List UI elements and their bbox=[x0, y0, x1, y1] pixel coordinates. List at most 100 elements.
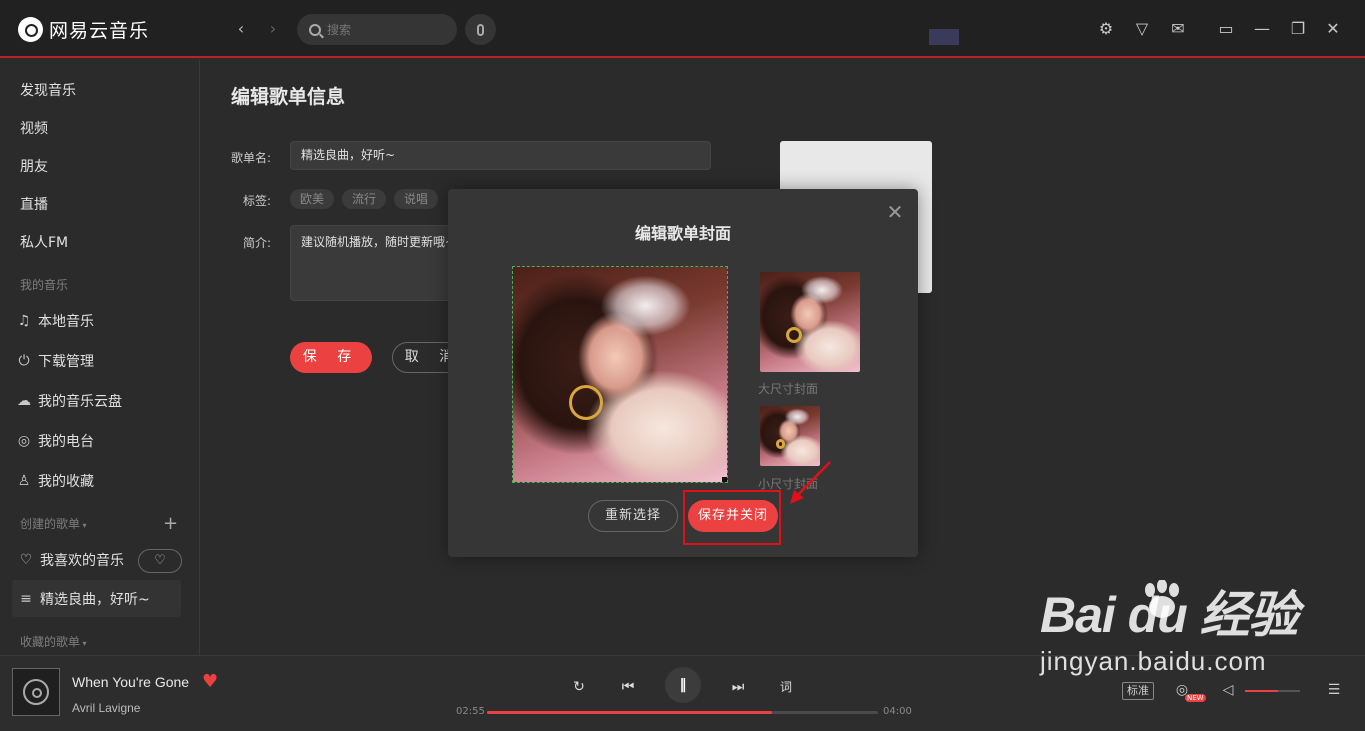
name-label: 歌单名: bbox=[231, 151, 272, 165]
search-box[interactable] bbox=[297, 14, 457, 45]
sidebar-item-liked-songs[interactable]: ♡ 我喜欢的音乐 bbox=[18, 550, 124, 570]
dialog-title: 编辑歌单封面 bbox=[634, 224, 731, 243]
sidebar-item-label: 直播 bbox=[20, 197, 48, 213]
maximize-icon[interactable]: ❐ bbox=[1287, 18, 1309, 40]
cover-photo bbox=[513, 267, 727, 482]
sound-quality-button[interactable]: 标准 bbox=[1122, 682, 1154, 700]
sidebar-item-label: 本地音乐 bbox=[38, 314, 94, 330]
forward-icon[interactable]: › bbox=[263, 19, 283, 39]
next-track-icon[interactable]: ⏭ bbox=[727, 676, 749, 698]
search-icon bbox=[309, 23, 321, 36]
current-time: 02:55 bbox=[456, 706, 485, 717]
add-playlist-icon[interactable]: + bbox=[163, 513, 178, 534]
dialog-close-icon[interactable]: ✕ bbox=[886, 202, 904, 222]
playlist-icon: ≡ bbox=[20, 591, 32, 607]
lyrics-button[interactable]: 词 bbox=[775, 676, 797, 698]
sidebar-item-playlist[interactable]: ≡ 精选良曲，好听~ bbox=[18, 589, 150, 609]
album-art[interactable] bbox=[12, 668, 60, 716]
settings-gear-icon[interactable]: ⚙ bbox=[1095, 18, 1117, 40]
search-input[interactable] bbox=[327, 22, 447, 37]
volume-icon[interactable]: ◁ bbox=[1218, 680, 1238, 700]
sidebar-item-local-music[interactable]: ♫ 本地音乐 bbox=[16, 311, 94, 331]
song-title[interactable]: When You're Gone bbox=[72, 674, 189, 690]
close-icon[interactable]: ✕ bbox=[1322, 18, 1344, 40]
sidebar-item-collection[interactable]: ♙ 我的收藏 bbox=[16, 471, 94, 491]
created-playlists-header[interactable]: 创建的歌单 ▾ bbox=[20, 515, 87, 532]
sidebar-item-downloads[interactable]: ⏻ 下载管理 bbox=[16, 351, 94, 371]
heart-mode-button[interactable]: ♡ bbox=[138, 549, 182, 573]
small-cover-thumbnail bbox=[760, 406, 820, 466]
sidebar-item-label: 下载管理 bbox=[38, 354, 94, 370]
playlist-name-field[interactable]: 精选良曲，好听~ bbox=[290, 141, 711, 170]
crop-area[interactable] bbox=[512, 266, 728, 483]
sidebar: 发现音乐 视频 朋友 直播 私人FM 我的音乐 ♫ 本地音乐 ⏻ 下载管理 ☁ … bbox=[0, 60, 200, 655]
sidebar-item-label: 精选良曲，好听~ bbox=[40, 592, 150, 608]
my-music-header: 我的音乐 bbox=[20, 278, 69, 292]
total-time: 04:00 bbox=[883, 706, 912, 717]
skin-shirt-icon[interactable]: ▽ bbox=[1131, 18, 1153, 40]
sidebar-item-radio[interactable]: ◎ 我的电台 bbox=[16, 431, 94, 451]
annotation-highlight-box bbox=[683, 490, 781, 545]
cloud-icon: ☁ bbox=[17, 393, 31, 409]
sidebar-item-live[interactable]: 直播 bbox=[20, 194, 48, 214]
new-badge: NEW bbox=[1185, 694, 1206, 702]
like-heart-icon[interactable]: ♥ bbox=[202, 671, 218, 692]
netease-logo-icon bbox=[18, 17, 43, 42]
previous-track-icon[interactable]: ⏮ bbox=[617, 676, 639, 698]
repeat-mode-icon[interactable]: ↻ bbox=[568, 676, 590, 698]
back-icon[interactable]: ‹ bbox=[231, 19, 251, 39]
tags-label: 标签: bbox=[243, 194, 272, 208]
collected-playlists-header[interactable]: 收藏的歌单 ▾ bbox=[20, 633, 87, 650]
sidebar-item-label: 我喜欢的音乐 bbox=[40, 553, 124, 569]
sidebar-item-discover[interactable]: 发现音乐 bbox=[20, 80, 76, 100]
collection-icon: ♙ bbox=[17, 473, 31, 489]
large-cover-thumbnail bbox=[760, 272, 860, 372]
watermark-url: jingyan.baidu.com bbox=[1040, 646, 1267, 676]
sidebar-item-label: 我的音乐云盘 bbox=[38, 394, 122, 410]
intro-label: 简介: bbox=[243, 236, 272, 250]
baidu-jingyan-watermark: Bai du 经验 jingyan.baidu.com bbox=[1040, 580, 1299, 677]
sidebar-item-fm[interactable]: 私人FM bbox=[20, 232, 68, 252]
sidebar-item-label: 视频 bbox=[20, 121, 48, 137]
heart-icon: ♡ bbox=[19, 552, 33, 568]
titlebar-decoration bbox=[929, 29, 959, 45]
sidebar-item-label: 发现音乐 bbox=[20, 83, 76, 99]
minimize-icon[interactable]: — bbox=[1251, 18, 1273, 40]
disc-icon bbox=[23, 679, 49, 705]
voice-search-button[interactable] bbox=[465, 14, 496, 45]
sidebar-item-cloud[interactable]: ☁ 我的音乐云盘 bbox=[16, 391, 122, 411]
pause-button[interactable]: ‖ bbox=[665, 667, 701, 703]
volume-fill bbox=[1245, 690, 1278, 692]
volume-slider[interactable] bbox=[1245, 690, 1300, 692]
heart-mode-icon: ♡ bbox=[154, 553, 166, 568]
sidebar-item-label: 我的电台 bbox=[38, 434, 94, 450]
page-title: 编辑歌单信息 bbox=[231, 86, 346, 108]
sidebar-item-label: 我的收藏 bbox=[38, 474, 94, 490]
radio-icon: ◎ bbox=[17, 433, 31, 449]
tag-chip[interactable]: 欧美 bbox=[290, 189, 335, 209]
sidebar-item-label: 私人FM bbox=[20, 235, 69, 251]
crop-resize-handle[interactable] bbox=[722, 477, 727, 482]
download-icon: ⏻ bbox=[18, 353, 30, 369]
sidebar-item-video[interactable]: 视频 bbox=[20, 118, 48, 138]
reselect-button[interactable]: 重新选择 bbox=[588, 500, 678, 532]
save-button[interactable]: 保 存 bbox=[290, 342, 372, 373]
sidebar-item-label: 朋友 bbox=[20, 159, 48, 175]
tag-chip[interactable]: 流行 bbox=[342, 189, 387, 209]
mini-mode-icon[interactable]: ▭ bbox=[1215, 18, 1237, 40]
app-logo[interactable]: 网易云音乐 bbox=[18, 16, 149, 43]
magnifier-detail bbox=[568, 385, 603, 420]
pause-icon: ‖ bbox=[679, 677, 687, 693]
title-bar: 网易云音乐 ‹ › ⚙ ▽ ✉ ▭ — ❐ ✕ bbox=[0, 0, 1365, 58]
mail-icon[interactable]: ✉ bbox=[1167, 18, 1189, 40]
tag-chip[interactable]: 说唱 bbox=[394, 189, 439, 209]
playlist-queue-icon[interactable]: ☰ bbox=[1324, 680, 1344, 700]
annotation-arrow bbox=[790, 461, 831, 504]
large-cover-label: 大尺寸封面 bbox=[758, 382, 819, 396]
music-note-icon: ♫ bbox=[17, 313, 31, 329]
sidebar-item-friends[interactable]: 朋友 bbox=[20, 156, 48, 176]
progress-bar[interactable] bbox=[487, 711, 878, 714]
artist-name[interactable]: Avril Lavigne bbox=[72, 701, 140, 715]
microphone-icon bbox=[477, 23, 484, 36]
progress-fill bbox=[487, 711, 773, 714]
